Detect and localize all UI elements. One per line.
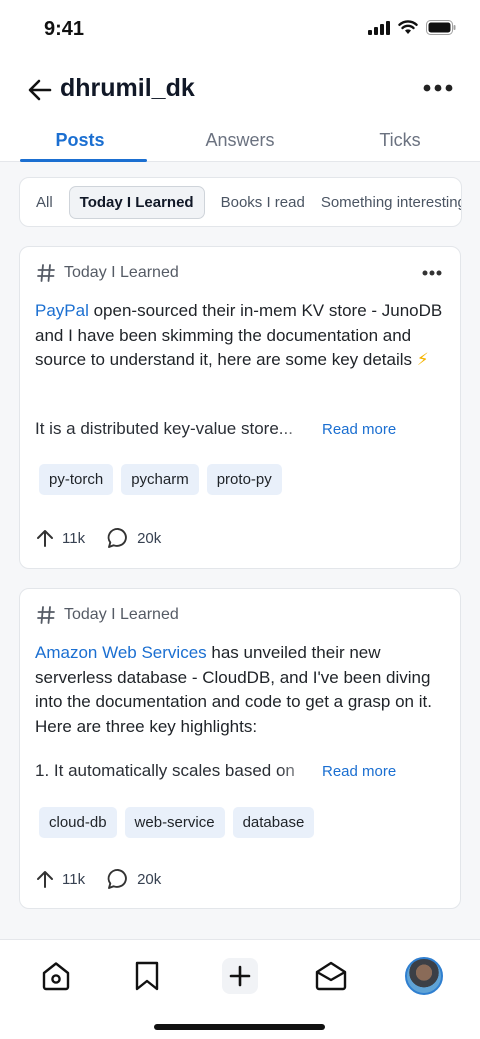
comment-count: 20k bbox=[137, 529, 162, 547]
post-body: PayPal open-sourced their in-mem KV stor… bbox=[35, 299, 447, 373]
tab-ticks[interactable]: Ticks bbox=[320, 126, 480, 162]
post-excerpt: 1. It automatically scales based on bbox=[35, 761, 295, 780]
bookmark-icon bbox=[135, 961, 159, 991]
post-category: Today I Learned bbox=[36, 605, 179, 625]
upvote-count: 11k bbox=[62, 870, 86, 888]
signal-icon bbox=[368, 20, 390, 35]
tag[interactable]: py-torch bbox=[39, 464, 114, 495]
bottom-navigation bbox=[0, 939, 480, 1039]
more-options-button[interactable] bbox=[422, 76, 454, 100]
status-time: 9:41 bbox=[44, 18, 85, 40]
filter-something-interesting[interactable]: Something interesting bbox=[321, 194, 461, 211]
post-category: Today I Learned bbox=[36, 263, 179, 283]
comment-icon bbox=[107, 528, 127, 548]
upvote-button[interactable]: 11k bbox=[36, 870, 85, 888]
post-stats: 11k 20k bbox=[36, 527, 161, 549]
tab-answers[interactable]: Answers bbox=[160, 126, 320, 162]
tag[interactable]: web-service bbox=[124, 807, 225, 838]
filter-all[interactable]: All bbox=[36, 194, 53, 211]
post-excerpt: It is a distributed key-value store... bbox=[35, 419, 293, 438]
post-card[interactable]: Today I Learned Amazon Web Services has … bbox=[19, 588, 461, 909]
mention-link[interactable]: Amazon Web Services bbox=[35, 643, 207, 662]
filter-today-i-learned[interactable]: Today I Learned bbox=[68, 185, 205, 219]
nav-home[interactable] bbox=[38, 958, 74, 994]
plus-icon bbox=[229, 965, 251, 987]
wifi-icon bbox=[398, 20, 418, 34]
tab-posts[interactable]: Posts bbox=[0, 126, 160, 162]
upvote-count: 11k bbox=[62, 529, 86, 547]
lightning-emoji: ⚡ bbox=[416, 350, 429, 369]
read-more-link[interactable]: Read more bbox=[322, 763, 396, 780]
category-label: Today I Learned bbox=[64, 264, 179, 281]
more-horizontal-icon bbox=[422, 270, 442, 276]
tag[interactable]: pycharm bbox=[121, 464, 199, 495]
comment-icon bbox=[107, 869, 127, 889]
comment-button[interactable]: 20k bbox=[107, 527, 161, 549]
profile-tabs: Posts Answers Ticks bbox=[0, 126, 480, 162]
post-body-text: open-sourced their in-mem KV store - Jun… bbox=[35, 301, 443, 369]
hash-icon bbox=[36, 605, 56, 625]
post-more-button[interactable] bbox=[420, 267, 444, 279]
page-title: dhrumil_dk bbox=[60, 74, 195, 102]
avatar[interactable] bbox=[405, 957, 443, 995]
nav-bookmarks[interactable] bbox=[129, 958, 165, 994]
nav-create[interactable] bbox=[222, 958, 258, 994]
home-icon bbox=[42, 962, 70, 991]
arrow-up-icon bbox=[37, 871, 53, 888]
profile-header: dhrumil_dk Posts Answers Ticks bbox=[0, 60, 480, 162]
nav-inbox[interactable] bbox=[313, 958, 349, 994]
inbox-icon bbox=[315, 961, 347, 991]
category-filter-bar: All Today I Learned Books I read Somethi… bbox=[19, 177, 462, 227]
category-label: Today I Learned bbox=[64, 606, 179, 623]
arrow-left-icon bbox=[28, 79, 52, 101]
arrow-up-icon bbox=[37, 530, 53, 547]
comment-button[interactable]: 20k bbox=[107, 868, 161, 890]
status-bar: 9:41 bbox=[0, 0, 480, 60]
battery-icon bbox=[426, 20, 456, 35]
post-body: Amazon Web Services has unveiled their n… bbox=[35, 641, 447, 739]
comment-count: 20k bbox=[137, 870, 162, 888]
hash-icon bbox=[36, 263, 56, 283]
more-horizontal-icon bbox=[423, 84, 453, 92]
upvote-button[interactable]: 11k bbox=[36, 529, 85, 547]
tag[interactable]: database bbox=[232, 807, 315, 838]
post-stats: 11k 20k bbox=[36, 868, 161, 890]
tag[interactable]: cloud-db bbox=[39, 807, 117, 838]
home-indicator bbox=[154, 1024, 325, 1030]
post-card[interactable]: Today I Learned PayPal open-sourced thei… bbox=[19, 246, 461, 569]
post-tags: cloud-db web-service database bbox=[39, 807, 315, 838]
status-icons bbox=[368, 20, 456, 35]
back-button[interactable] bbox=[26, 76, 54, 104]
read-more-link[interactable]: Read more bbox=[322, 421, 396, 438]
filter-books-i-read[interactable]: Books I read bbox=[221, 194, 305, 211]
mention-link[interactable]: PayPal bbox=[35, 301, 89, 320]
tag[interactable]: proto-py bbox=[206, 464, 282, 495]
post-tags: py-torch pycharm proto-py bbox=[39, 464, 282, 495]
